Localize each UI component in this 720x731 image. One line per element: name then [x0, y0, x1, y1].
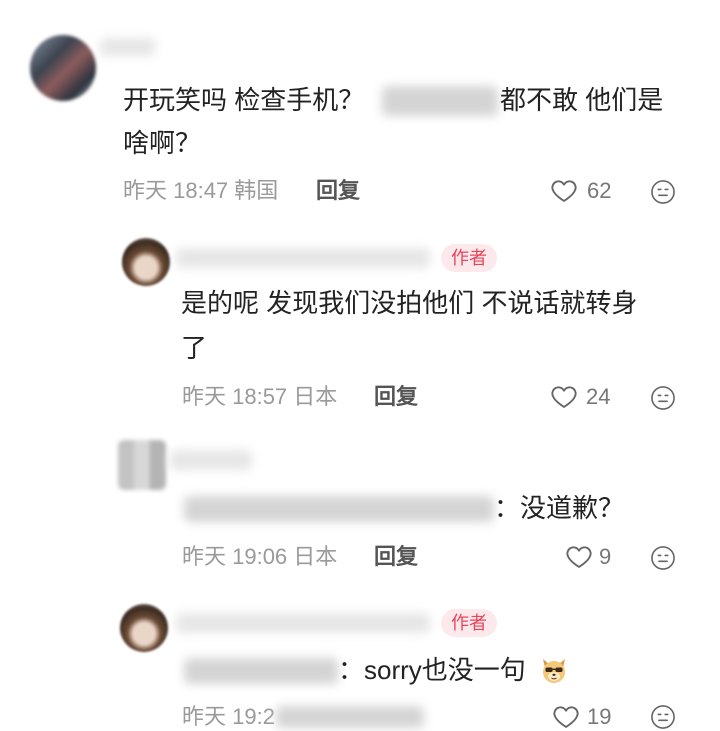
- comment-text: 了: [181, 333, 208, 363]
- comment-thread: 开玩笑吗 检查手机？ 都不敢 他们是 啥啊？ 昨天 18:47 韩国 回复 62…: [0, 0, 720, 731]
- reply-button[interactable]: 回复: [374, 544, 418, 570]
- author-badge: 作者: [441, 244, 497, 272]
- comment-meta: 昨天 18:47 韩国: [123, 178, 279, 203]
- redacted-text: [184, 496, 494, 522]
- heart-icon[interactable]: [550, 177, 578, 205]
- comment-text: 啥啊？: [123, 128, 202, 158]
- username-blurred[interactable]: [176, 613, 430, 633]
- like-count: 24: [586, 384, 611, 409]
- avatar[interactable]: [118, 440, 166, 490]
- avatar[interactable]: [30, 35, 96, 101]
- reply-button[interactable]: 回复: [374, 384, 418, 410]
- comment-text: ：sorry也没一句: [338, 655, 526, 685]
- emoji-face-icon[interactable]: [650, 179, 676, 205]
- comment-text: 都不敢 他们是: [500, 85, 664, 115]
- comment-meta: 昨天 19:2: [182, 704, 275, 729]
- redacted-text: [184, 658, 338, 684]
- avatar[interactable]: [120, 604, 168, 652]
- emoji-face-icon[interactable]: [650, 704, 676, 730]
- redacted-text: [382, 86, 498, 116]
- comment-meta: 昨天 19:06 日本: [182, 544, 338, 569]
- comment-text: 是的呢 发现我们没拍他们 不说话就转身: [181, 288, 638, 318]
- reply-button[interactable]: 回复: [316, 178, 360, 204]
- username-blurred[interactable]: [170, 450, 252, 470]
- heart-icon[interactable]: [550, 383, 578, 411]
- like-count: 62: [587, 178, 612, 203]
- author-badge: 作者: [441, 609, 497, 637]
- redacted-text: [276, 706, 424, 728]
- sunglasses-dog-emoji: [539, 655, 569, 685]
- comment-meta: 昨天 18:57 日本: [182, 384, 338, 409]
- comment-text: 开玩笑吗 检查手机？: [123, 85, 365, 115]
- heart-icon[interactable]: [552, 703, 580, 731]
- emoji-face-icon[interactable]: [650, 545, 676, 571]
- emoji-face-icon[interactable]: [650, 385, 676, 411]
- like-count: 9: [599, 544, 612, 569]
- username-blurred[interactable]: [100, 38, 155, 56]
- like-count: 19: [587, 704, 612, 729]
- comment-text: ：没道歉？: [494, 493, 625, 523]
- heart-icon[interactable]: [565, 543, 593, 571]
- username-blurred[interactable]: [176, 248, 430, 268]
- avatar[interactable]: [122, 238, 170, 286]
